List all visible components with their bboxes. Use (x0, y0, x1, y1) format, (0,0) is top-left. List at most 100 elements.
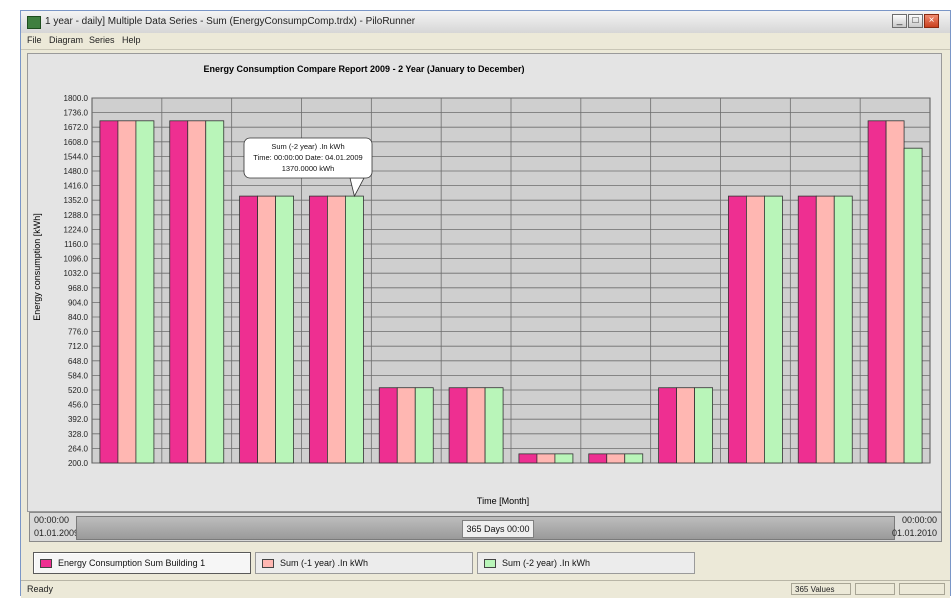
y-tick-label: 1544.0 (64, 152, 89, 161)
y-tick-label: 456.0 (68, 401, 89, 410)
status-bar: Ready 365 Values (21, 580, 950, 598)
minimize-button[interactable]: _ (892, 14, 907, 28)
y-tick-label: 328.0 (68, 430, 89, 439)
bar-2-month-1 (117, 120, 137, 464)
bar-3-month-11 (833, 195, 853, 464)
application-window: 1 year - daily] Multiple Data Series - S… (20, 10, 951, 598)
y-tick-label: 1224.0 (64, 225, 89, 234)
tooltip-line3: 1370.0000 kWh (282, 164, 335, 173)
bar-2-month-10 (746, 195, 765, 464)
y-tick-label: 520.0 (68, 386, 89, 395)
legend-series-1[interactable]: Energy Consumption Sum Building 1 (33, 552, 251, 574)
y-tick-label: 840.0 (68, 313, 89, 322)
bar-2-month-6 (466, 387, 486, 464)
bar-1-month-2 (169, 120, 189, 464)
y-tick-label: 584.0 (68, 371, 89, 380)
y-tick-label: 264.0 (68, 444, 89, 453)
bar-3-month-12 (903, 147, 923, 464)
menu-file[interactable]: File (27, 35, 42, 45)
bar-2-month-7 (536, 453, 556, 464)
menu-diagram[interactable]: Diagram (49, 35, 83, 45)
bar-3-month-6 (484, 387, 504, 464)
bar-1-month-7 (518, 453, 538, 464)
bar-2-month-5 (396, 387, 416, 464)
series-1-swatch (40, 559, 52, 568)
time-span-display[interactable]: 365 Days 00:00 (462, 520, 534, 538)
legend-series-2-label: Sum (-1 year) .In kWh (280, 558, 369, 568)
y-tick-label: 776.0 (68, 328, 89, 337)
end-date: 01.01.2010 (891, 528, 937, 538)
y-tick-label: 712.0 (68, 342, 89, 351)
x-axis-label: Time [Month] (477, 496, 529, 506)
legend-series-3-label: Sum (-2 year) .In kWh (502, 558, 591, 568)
y-tick-label: 648.0 (68, 357, 89, 366)
y-tick-label: 904.0 (68, 298, 89, 307)
bar-2-month-8 (606, 453, 626, 464)
bar-1-month-5 (378, 387, 398, 464)
bar-1-month-3 (239, 195, 258, 464)
y-tick-label: 200.0 (68, 459, 89, 468)
end-time: 00:00:00 (901, 515, 937, 525)
start-date: 01.01.2009 (34, 528, 80, 538)
close-button[interactable]: × (924, 14, 939, 28)
start-time: 00:00:00 (34, 515, 70, 525)
chart-panel: Energy Consumption Compare Report 2009 -… (27, 53, 942, 512)
bar-3-month-1 (135, 120, 155, 464)
status-values-count: 365 Values (791, 583, 851, 595)
chart-title: Energy Consumption Compare Report 2009 -… (204, 64, 525, 74)
bar-1-month-1 (99, 120, 119, 464)
menu-help[interactable]: Help (122, 35, 141, 45)
bar-2-month-11 (815, 195, 835, 464)
bar-3-month-10 (764, 195, 783, 464)
bar-1-month-10 (728, 195, 747, 464)
bar-1-month-4 (309, 195, 328, 464)
bar-2-month-3 (257, 195, 276, 464)
app-icon (27, 16, 41, 29)
y-tick-label: 1736.0 (64, 109, 89, 118)
bar-2-month-4 (327, 195, 346, 464)
bar-3-month-9 (694, 387, 713, 464)
bar-3-month-3 (275, 195, 294, 464)
tooltip-line2: Time: 00:00:00 Date: 04.01.2009 (253, 153, 362, 162)
series-3-swatch (484, 559, 496, 568)
y-tick-label: 1032.0 (64, 269, 89, 278)
menu-bar: File Diagram Series Help (21, 33, 950, 50)
bar-1-month-12 (867, 120, 887, 464)
bar-2-month-2 (187, 120, 207, 464)
bar-1-month-6 (448, 387, 468, 464)
y-tick-label: 1672.0 (64, 123, 89, 132)
series-2-swatch (262, 559, 274, 568)
legend-series-3[interactable]: Sum (-2 year) .In kWh (477, 552, 695, 574)
window-title: 1 year - daily] Multiple Data Series - S… (45, 16, 416, 27)
y-tick-label: 1608.0 (64, 138, 89, 147)
bar-2-month-12 (885, 120, 905, 464)
bar-3-month-7 (554, 453, 574, 464)
menu-series[interactable]: Series (89, 35, 115, 45)
tooltip-line1: Sum (-2 year) .In kWh (271, 142, 344, 151)
y-tick-label: 392.0 (68, 415, 89, 424)
y-tick-label: 1480.0 (64, 167, 89, 176)
y-tick-label: 1800.0 (64, 94, 89, 103)
legend-series-2[interactable]: Sum (-1 year) .In kWh (255, 552, 473, 574)
y-tick-label: 1096.0 (64, 255, 89, 264)
bar-1-month-11 (797, 195, 817, 464)
maximize-button[interactable]: □ (908, 14, 923, 28)
y-tick-label: 968.0 (68, 284, 89, 293)
y-tick-label: 1160.0 (64, 240, 88, 249)
bar-1-month-9 (658, 387, 677, 464)
bar-1-month-8 (588, 453, 608, 464)
bar-2-month-9 (676, 387, 695, 464)
series-legend: Energy Consumption Sum Building 1 Sum (-… (29, 545, 942, 579)
status-panel-2 (855, 583, 895, 595)
bar-3-month-2 (205, 120, 225, 464)
title-bar: 1 year - daily] Multiple Data Series - S… (21, 11, 950, 34)
legend-series-1-label: Energy Consumption Sum Building 1 (58, 558, 206, 568)
status-text: Ready (27, 584, 54, 594)
bar-3-month-5 (414, 387, 434, 464)
y-tick-label: 1288.0 (64, 211, 89, 220)
y-tick-label: 1416.0 (64, 182, 89, 191)
status-panel-3 (899, 583, 945, 595)
bar-chart[interactable]: Energy Consumption Compare Report 2009 -… (28, 54, 941, 511)
y-tick-label: 1352.0 (64, 196, 89, 205)
y-axis-label: Energy consumption [kWh] (32, 213, 42, 321)
